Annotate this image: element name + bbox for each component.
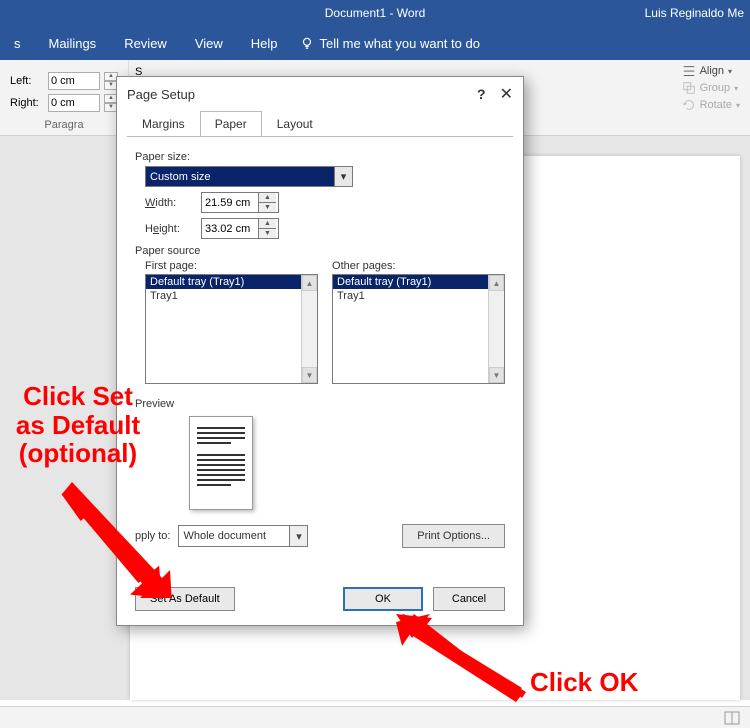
print-options-button[interactable]: Print Options... <box>402 524 505 548</box>
page-setup-dialog: Page Setup ? ✕ Margins Paper Layout Pape… <box>116 76 524 626</box>
cancel-button[interactable]: Cancel <box>433 587 505 611</box>
align-icon <box>682 64 696 78</box>
align-button[interactable]: Align▾ <box>682 64 740 78</box>
dialog-footer: Set As Default OK Cancel <box>117 577 523 625</box>
group-button[interactable]: Group▾ <box>682 81 740 95</box>
dialog-tabs: Margins Paper Layout <box>117 111 523 137</box>
paper-size-value: Custom size <box>146 171 334 183</box>
list-item[interactable]: Default tray (Tray1) <box>333 275 504 289</box>
scrollbar[interactable]: ▲ ▼ <box>301 275 317 383</box>
other-pages-listbox[interactable]: Default tray (Tray1) Tray1 ▲ ▼ <box>332 274 505 384</box>
first-page-listbox[interactable]: Default tray (Tray1) Tray1 ▲ ▼ <box>145 274 318 384</box>
app-titlebar: Document1 - Word Luis Reginaldo Me <box>0 0 750 26</box>
ribbon-tabs: s Mailings Review View Help Tell me what… <box>0 26 750 60</box>
indent-right-label: Right: <box>10 97 44 109</box>
list-item[interactable]: Tray1 <box>333 289 504 303</box>
indent-right-input[interactable] <box>48 94 100 112</box>
chevron-down-icon[interactable]: ▾ <box>289 526 307 546</box>
dialog-close-button[interactable]: ✕ <box>500 84 513 104</box>
preview-label: Preview <box>135 398 505 410</box>
scroll-down-icon[interactable]: ▼ <box>302 367 317 383</box>
lightbulb-icon <box>300 36 314 50</box>
user-name: Luis Reginaldo Me <box>645 6 744 20</box>
height-field[interactable] <box>202 219 258 238</box>
width-spinner[interactable]: ▲▼ <box>258 193 276 212</box>
ok-button[interactable]: OK <box>343 587 423 611</box>
scroll-down-icon[interactable]: ▼ <box>489 367 504 383</box>
ribbon-tab-mailings[interactable]: Mailings <box>35 26 111 60</box>
apply-to-dropdown[interactable]: Whole document ▾ <box>178 525 308 547</box>
scroll-up-icon[interactable]: ▲ <box>302 275 317 291</box>
height-spinner[interactable]: ▲▼ <box>258 219 276 238</box>
apply-to-label: pply to: <box>135 530 170 542</box>
height-label: Height: <box>145 223 193 235</box>
rotate-button[interactable]: Rotate▾ <box>682 98 740 112</box>
tab-paper[interactable]: Paper <box>200 111 262 137</box>
cancel-label: Cancel <box>452 593 486 605</box>
ribbon-tab-help[interactable]: Help <box>237 26 292 60</box>
paper-size-dropdown[interactable]: Custom size ▾ <box>145 166 353 187</box>
tell-me-search[interactable]: Tell me what you want to do <box>292 36 480 51</box>
width-field[interactable] <box>202 193 258 212</box>
tell-me-label: Tell me what you want to do <box>320 36 480 51</box>
dialog-title: Page Setup <box>127 87 195 102</box>
tab-layout[interactable]: Layout <box>262 111 328 137</box>
document-title: Document1 - Word <box>325 6 425 20</box>
apply-to-value: Whole document <box>179 526 289 546</box>
scrollbar[interactable]: ▲ ▼ <box>488 275 504 383</box>
height-input[interactable]: ▲▼ <box>201 218 279 239</box>
group-label-paragraph: Paragra <box>10 119 118 135</box>
width-input[interactable]: ▲▼ <box>201 192 279 213</box>
width-label: Width: <box>145 197 193 209</box>
indent-left-input[interactable] <box>48 72 100 90</box>
dialog-titlebar[interactable]: Page Setup ? ✕ <box>117 77 523 111</box>
tab-margins[interactable]: Margins <box>127 111 200 137</box>
rotate-label: Rotate <box>700 99 732 111</box>
indent-left-label: Left: <box>10 75 44 87</box>
ribbon-tab-view[interactable]: View <box>181 26 237 60</box>
align-label: Align <box>700 65 724 77</box>
reading-view-icon[interactable] <box>724 711 740 725</box>
ribbon-tab-review[interactable]: Review <box>110 26 181 60</box>
other-pages-label: Other pages: <box>332 260 505 272</box>
ok-label: OK <box>375 593 391 605</box>
chevron-down-icon[interactable]: ▾ <box>334 167 352 186</box>
dialog-help-button[interactable]: ? <box>477 86 486 102</box>
group-label: Group <box>700 82 731 94</box>
list-item[interactable]: Tray1 <box>146 289 317 303</box>
ribbon-tab-partial[interactable]: s <box>0 26 35 60</box>
rotate-icon <box>682 98 696 112</box>
statusbar <box>0 706 750 728</box>
paper-source-label: Paper source <box>135 245 505 257</box>
set-as-default-label: Set As Default <box>150 593 220 605</box>
set-as-default-button[interactable]: Set As Default <box>135 587 235 611</box>
first-page-label: First page: <box>145 260 318 272</box>
preview-thumbnail <box>189 416 253 510</box>
dialog-body: Paper size: Custom size ▾ Width: ▲▼ Heig… <box>117 137 523 577</box>
list-item[interactable]: Default tray (Tray1) <box>146 275 317 289</box>
paper-size-label: Paper size: <box>135 151 505 163</box>
ribbon-group-paragraph: Left: ▲▼ Right: ▲▼ Paragra <box>0 60 129 135</box>
ribbon-group-arrange: Align▾ Group▾ Rotate▾ <box>672 60 750 135</box>
scroll-up-icon[interactable]: ▲ <box>489 275 504 291</box>
group-icon <box>682 81 696 95</box>
